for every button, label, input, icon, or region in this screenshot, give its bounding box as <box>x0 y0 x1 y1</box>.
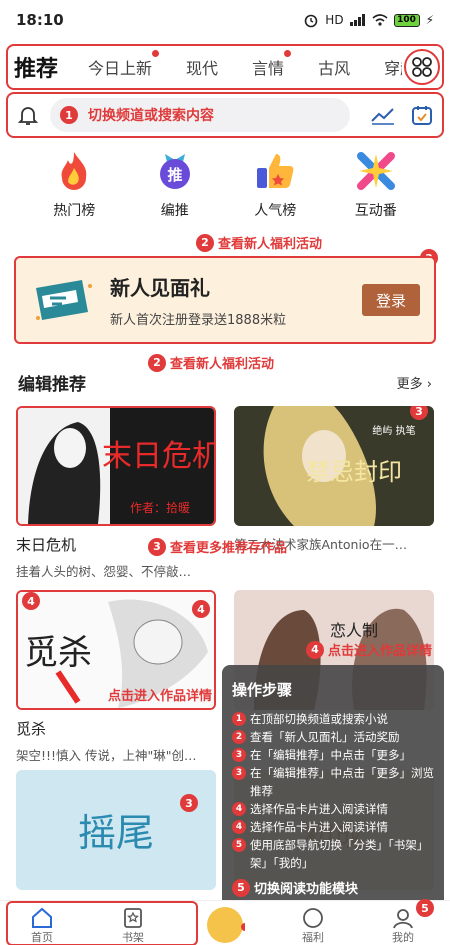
nav-welfare[interactable]: 福利 <box>302 907 324 945</box>
step-item: 4 选择作品卡片进入阅读详情 <box>232 800 434 818</box>
tab-recommend[interactable]: 推荐 <box>14 51 58 83</box>
step-badge: 1 <box>60 106 78 124</box>
step-item: 5 使用底部导航切换「分类」「书架」架」「我的」 <box>232 836 434 872</box>
annotation-badge-4: 4 <box>22 592 40 610</box>
status-time: 18:10 <box>16 11 64 29</box>
annotation-open-detail-left: 点击进入作品详情 <box>108 689 213 704</box>
search-placeholder: 切换频道或搜索内容 <box>88 108 214 124</box>
svg-text:作者：拾暖: 作者：拾暖 <box>130 500 190 515</box>
new-user-promo[interactable]: 新人见面礼 新人首次注册登录送1888米粒 登录 <box>14 256 436 344</box>
quick-interactive[interactable]: 互动番 <box>336 150 416 230</box>
book-cover: 摇尾 3 <box>16 770 216 890</box>
thumbs-up-icon <box>257 154 294 188</box>
book-cover: 末日危机 作者：拾暖 <box>16 406 216 526</box>
new-dot <box>283 49 293 58</box>
profile-icon <box>393 909 413 929</box>
ticket-icon <box>36 280 92 320</box>
annotation-more-picks: 3 查看更多推荐存作品 <box>148 537 287 556</box>
svg-text:绝屿 执笔: 绝屿 执笔 <box>372 424 415 437</box>
promo-title: 新人见面礼 <box>110 276 210 300</box>
book-card-mi-sha[interactable]: 觅杀 4 4 觅杀 架空!!!慎入 传说，上神"琳"创… <box>16 590 216 764</box>
section-title: 编辑推荐 <box>18 375 86 395</box>
svg-text:末日危机: 末日危机 <box>102 439 214 474</box>
center-icon <box>207 907 245 943</box>
annotation-open-detail-right: 4 点击进入作品详情 <box>306 640 432 659</box>
cover-art: 禁忌封印 绝屿 执笔 <box>234 406 434 526</box>
book-title: 觅杀 <box>16 720 47 738</box>
status-icons: HD 100 ⚡ <box>303 12 434 28</box>
svg-text:觅杀: 觅杀 <box>24 633 92 673</box>
home-icon <box>32 907 52 928</box>
bottom-nav: 首页 书架 福利 我的 5 <box>0 899 450 945</box>
book-desc: 架空!!!慎入 传说，上神"琳"创… <box>16 748 197 763</box>
login-button[interactable]: 登录 <box>362 284 420 316</box>
overlay-title: 操作步骤 <box>232 681 293 699</box>
annotation-badge-3: 3 <box>180 794 198 812</box>
signal-icon <box>349 14 365 26</box>
annotation-badge-5: 5 <box>416 899 434 917</box>
svg-text:禁忌封印: 禁忌封印 <box>306 458 402 486</box>
battery-icon: 100 <box>393 13 420 27</box>
status-bar: 18:10 HD 100 ⚡ <box>0 0 450 40</box>
nav-home[interactable]: 首页 <box>30 907 54 945</box>
tab-modern[interactable]: 现代 <box>186 55 218 79</box>
annotation-welfare-top: 2 查看新人福利活动 <box>196 233 322 252</box>
promo-subtitle: 新人首次注册登录送1888米粒 <box>110 313 287 328</box>
book-desc: 挂着人头的树、怨婴、不停敲… <box>16 564 192 579</box>
alarm-icon <box>304 14 318 28</box>
cover-art: 摇尾 <box>16 770 216 890</box>
wifi-icon <box>372 14 388 26</box>
search-input[interactable]: 1 切换频道或搜索内容 <box>50 98 350 132</box>
interactive-icon <box>356 152 395 190</box>
svg-text:恋人制: 恋人制 <box>330 621 378 640</box>
fire-icon <box>61 152 87 190</box>
quick-editor-pick[interactable]: 推 编推 <box>135 150 215 230</box>
quick-hot-ranking[interactable]: 热门榜 <box>34 150 114 230</box>
step-item: 3 在「编辑推荐」中点击「更多」浏览推荐 <box>232 764 434 800</box>
quick-popular-ranking[interactable]: 人气榜 <box>235 150 315 230</box>
search-row: 1 切换频道或搜索内容 <box>6 92 444 138</box>
nav-bookshelf[interactable]: 书架 <box>122 907 144 945</box>
recommend-icon: 推 <box>159 154 190 189</box>
charging-icon: ⚡ <box>425 13 434 27</box>
new-dot <box>151 49 161 58</box>
bookshelf-icon <box>124 908 142 928</box>
quick-nav: 热门榜 推 编推 人气榜 互动番 <box>0 150 450 230</box>
annotation-badge-4: 4 <box>192 600 210 618</box>
editor-picks-header: 编辑推荐 更多 › <box>18 370 432 395</box>
step-item: 2 查看「新人见面礼」活动奖励 <box>232 728 434 746</box>
tab-today-new[interactable]: 今日上新 <box>88 49 161 79</box>
step-item: 4 选择作品卡片进入阅读详情 <box>232 818 434 836</box>
bell-icon[interactable] <box>16 103 40 127</box>
more-link[interactable]: 更多 › <box>397 373 432 392</box>
step-item: 1 在顶部切换频道或搜索小说 <box>232 710 434 728</box>
book-card-wag-tail[interactable]: 摇尾 3 <box>16 770 216 890</box>
trend-icon[interactable] <box>370 105 396 125</box>
cover-art: 末日危机 作者：拾暖 <box>18 408 214 524</box>
tab-romance[interactable]: 言情 <box>252 49 293 79</box>
book-cover: 禁忌封印 绝屿 执笔 3 <box>234 406 434 526</box>
nav-center[interactable] <box>205 905 245 945</box>
gift-icon <box>303 908 323 928</box>
signal-label: HD <box>325 13 344 27</box>
tab-ancient[interactable]: 古风 <box>318 55 350 79</box>
steps-overlay: 操作步骤 1 在顶部切换频道或搜索小说 2 查看「新人见面礼」活动奖励 3 在「编辑推… <box>222 665 444 910</box>
step-item: 3 在「编辑推荐」中点击「更多」 <box>232 746 434 764</box>
channel-tabs: 推荐 今日上新 现代 言情 古风 穿越 <box>6 44 444 90</box>
grid-icon <box>412 57 432 77</box>
svg-text:推: 推 <box>167 166 182 184</box>
svg-text:摇尾: 摇尾 <box>78 811 154 855</box>
nav-profile[interactable]: 我的 <box>392 907 414 945</box>
all-channels-button[interactable] <box>402 46 442 88</box>
annotation-switch-module: 5 切换阅读功能模块 <box>232 878 434 897</box>
book-card-forbidden-seal[interactable]: 禁忌封印 绝屿 执笔 3 第二大法术家族Antonio在一… <box>234 406 434 553</box>
search-actions <box>370 103 434 127</box>
calendar-icon[interactable] <box>410 103 434 127</box>
